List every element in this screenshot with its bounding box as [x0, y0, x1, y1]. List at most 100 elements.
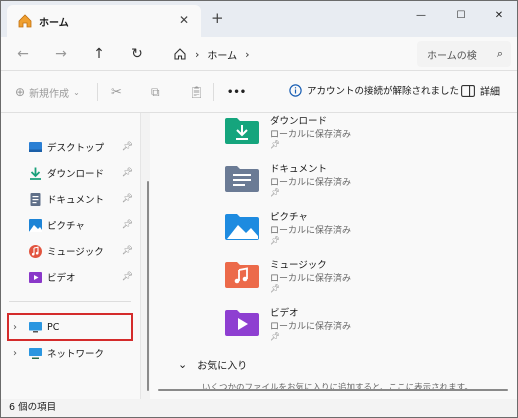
- chevron-down-icon: ⌄: [178, 358, 188, 371]
- sidebar-item-label: ビデオ: [47, 273, 76, 284]
- network-icon: [29, 347, 42, 359]
- up-button[interactable]: ↑: [87, 43, 111, 65]
- sidebar-item-label: ドキュメント: [47, 195, 105, 206]
- video-icon: [29, 271, 42, 283]
- folder-name: ダウンロード: [270, 116, 328, 127]
- sidebar-item-network[interactable]: › ネットワーク: [1, 341, 141, 365]
- maximize-button[interactable]: ☐: [441, 5, 481, 25]
- pin-icon: 📌︎: [270, 236, 281, 245]
- details-button[interactable]: 詳細: [461, 83, 500, 98]
- folder-location: ローカルに保存済み: [270, 226, 352, 236]
- refresh-button[interactable]: ↻: [125, 43, 149, 65]
- more-icon: •••: [227, 86, 247, 98]
- documents-folder-icon: [225, 166, 259, 192]
- status-bar: 6 個の項目: [1, 399, 517, 417]
- pin-icon: 📌︎: [121, 194, 133, 204]
- command-bar: ⊕ 新規作成 ⌄ ✂ ⧉ 📋︎ ••• アカウントの接続が解除されました 詳細: [1, 71, 517, 113]
- search-placeholder: ホームの検: [427, 50, 477, 62]
- navigation-pane: デスクトップ 📌︎ ダウンロード 📌︎ ドキュメント 📌︎ ピクチャ 📌︎ ミュ…: [1, 113, 141, 399]
- sidebar-divider: [9, 301, 131, 302]
- navigation-bar: ← → ↑ ↻ › ホーム › ホームの検 ⌕: [1, 37, 517, 71]
- sidebar-item-label: ピクチャ: [47, 221, 85, 232]
- tab-title: ホーム: [39, 17, 69, 29]
- search-icon: ⌕: [496, 47, 503, 60]
- cut-button[interactable]: ✂: [111, 82, 122, 102]
- folder-name: ミュージック: [270, 260, 327, 271]
- pin-icon: 📌︎: [121, 168, 133, 178]
- forward-button[interactable]: →: [49, 43, 73, 65]
- close-icon: ✕: [494, 9, 504, 21]
- pin-icon: 📌︎: [270, 140, 281, 149]
- folder-location: ローカルに保存済み: [270, 130, 352, 140]
- address-bar[interactable]: › ホーム ›: [163, 41, 409, 67]
- maximize-icon: ☐: [456, 9, 466, 21]
- minimize-icon: —: [416, 9, 426, 21]
- search-box[interactable]: ホームの検 ⌕: [417, 41, 511, 67]
- account-notice-text: アカウントの接続が解除されました: [307, 86, 460, 97]
- document-icon: [30, 192, 41, 206]
- sidebar-item-downloads[interactable]: ダウンロード 📌︎: [1, 161, 141, 185]
- copy-icon: ⧉: [151, 84, 160, 99]
- details-label: 詳細: [480, 87, 500, 98]
- pin-icon: 📌︎: [270, 188, 281, 197]
- chevron-right-icon[interactable]: ›: [13, 348, 17, 359]
- favorites-label: お気に入り: [197, 361, 248, 372]
- new-button-label: 新規作成: [29, 88, 70, 100]
- details-pane-icon: [461, 84, 475, 97]
- download-icon: [30, 167, 41, 180]
- pin-icon: 📌︎: [121, 142, 133, 152]
- folder-item-videos[interactable]: ビデオ ローカルに保存済み 📌︎: [224, 305, 464, 345]
- minimize-button[interactable]: —: [401, 5, 441, 25]
- folder-item-documents[interactable]: ドキュメント ローカルに保存済み 📌︎: [224, 161, 464, 201]
- breadcrumb-chevron-icon[interactable]: ›: [245, 48, 249, 61]
- sidebar-item-pictures[interactable]: ピクチャ 📌︎: [1, 213, 141, 237]
- folder-item-downloads[interactable]: ダウンロード ローカルに保存済み 📌︎: [224, 113, 464, 153]
- folder-item-pictures[interactable]: ピクチャ ローカルに保存済み 📌︎: [224, 209, 464, 249]
- sidebar-item-desktop[interactable]: デスクトップ 📌︎: [1, 135, 141, 159]
- folder-item-music[interactable]: ミュージック ローカルに保存済み 📌︎: [224, 257, 464, 297]
- info-icon: [289, 83, 302, 97]
- new-button[interactable]: ⊕ 新規作成 ⌄: [15, 82, 80, 102]
- sidebar-item-documents[interactable]: ドキュメント 📌︎: [1, 187, 141, 211]
- more-options-button[interactable]: •••: [227, 82, 246, 102]
- sidebar-scrollbar[interactable]: [147, 181, 149, 391]
- tab-home[interactable]: ホーム ✕: [7, 5, 201, 37]
- folder-location: ローカルに保存済み: [270, 274, 352, 284]
- breadcrumb-location[interactable]: ホーム: [207, 47, 237, 62]
- close-button[interactable]: ✕: [479, 5, 518, 25]
- pin-icon: 📌︎: [121, 246, 133, 256]
- pin-icon: 📌︎: [121, 220, 133, 230]
- pin-icon: 📌︎: [121, 272, 133, 282]
- plus-circle-icon: ⊕: [15, 85, 26, 99]
- favorites-description: いくつかのファイルをお気に入りに追加すると、ここに表示されます。: [202, 383, 473, 393]
- sidebar-item-videos[interactable]: ビデオ 📌︎: [1, 265, 141, 289]
- pictures-icon: [29, 218, 42, 232]
- tab-close-icon[interactable]: ✕: [179, 13, 189, 27]
- home-tab-icon: [18, 14, 32, 28]
- item-count: 6 個の項目: [9, 402, 57, 413]
- refresh-icon: ↻: [131, 46, 143, 62]
- account-notice[interactable]: アカウントの接続が解除されました: [289, 83, 459, 97]
- sidebar-item-label: デスクトップ: [47, 143, 105, 154]
- favorites-section-header[interactable]: ⌄ お気に入り: [178, 357, 247, 372]
- copy-button[interactable]: ⧉: [151, 82, 160, 102]
- main-scrollbar[interactable]: [158, 389, 508, 391]
- folder-name: ピクチャ: [270, 212, 308, 223]
- paste-button[interactable]: 📋︎: [189, 82, 204, 102]
- sidebar-item-music[interactable]: ミュージック 📌︎: [1, 239, 141, 263]
- toolbar-divider: [97, 83, 98, 101]
- file-explorer-window: ホーム ✕ + — ☐ ✕ ← → ↑ ↻ › ホーム › ホームの検 ⌕ ⊕ …: [0, 0, 518, 418]
- folder-name: ビデオ: [270, 308, 299, 319]
- selection-highlight: [7, 313, 133, 341]
- folder-location: ローカルに保存済み: [270, 178, 352, 188]
- paste-icon: 📋︎: [189, 85, 205, 99]
- new-tab-button[interactable]: +: [211, 9, 224, 27]
- video-folder-icon: [225, 310, 259, 336]
- sidebar-item-label: ダウンロード: [47, 169, 105, 180]
- main-content: ダウンロード ローカルに保存済み 📌︎ ドキュメント ローカルに保存済み 📌︎ …: [150, 113, 517, 399]
- desktop-icon: [29, 141, 42, 152]
- back-button[interactable]: ←: [11, 43, 35, 65]
- pictures-folder-icon: [225, 214, 259, 240]
- sidebar-item-label: ネットワーク: [47, 349, 105, 360]
- music-icon: [29, 244, 42, 258]
